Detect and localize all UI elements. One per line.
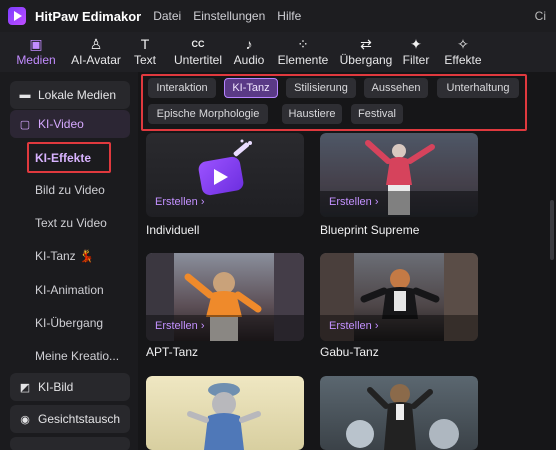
tab-effekte[interactable]: ✧ Effekte (443, 32, 483, 72)
title-bar: HitPaw Edimakor Datei Einstellungen Hilf… (0, 0, 556, 32)
filter-chip-haustiere[interactable]: Haustiere (282, 104, 342, 124)
create-link[interactable]: Erstellen › (155, 320, 205, 332)
tab-uebergang[interactable]: ⇄ Übergang (339, 32, 393, 72)
sidebar-item-gesichtstausch[interactable]: ◉ Gesichtstausch (10, 405, 130, 433)
image-icon: ▣ (29, 35, 43, 52)
folder-icon: ▬ (19, 89, 31, 101)
sidebar-sub-ki-effekte[interactable]: KI-Effekte (35, 151, 91, 165)
tab-label: Text (133, 53, 156, 67)
tab-filter[interactable]: ✦ Filter (401, 32, 431, 72)
tab-label: Elemente (277, 53, 329, 67)
filter-chip-ki-tanz[interactable]: KI-Tanz (224, 78, 278, 98)
sidebar-item-label: Gesichtstausch (38, 412, 121, 426)
tab-label: AI-Avatar (71, 53, 121, 67)
sidebar-item-ki-bild[interactable]: ◩ KI-Bild (10, 373, 130, 401)
sidebar-item-lokale-medien[interactable]: ▬ Lokale Medien (10, 81, 130, 109)
avatar-icon: ♙ (89, 35, 103, 52)
ai-image-icon: ◩ (19, 381, 31, 394)
titlebar-right-text: Ci (534, 9, 546, 23)
tab-text[interactable]: T Text (131, 32, 159, 72)
create-link[interactable]: Erstellen › (329, 196, 379, 208)
tab-untertitel[interactable]: CC Untertitel (172, 32, 224, 72)
effect-card-partial-2[interactable] (320, 376, 478, 450)
card-thumbnail (146, 376, 304, 450)
tab-label: Medien (16, 53, 56, 67)
transition-icon: ⇄ (360, 35, 372, 52)
card-title: Blueprint Supreme (320, 223, 420, 237)
effect-card-blueprint-supreme[interactable]: Erstellen › (320, 133, 478, 217)
music-icon: ♪ (245, 35, 253, 52)
effect-card-apt-tanz[interactable]: Erstellen › (146, 253, 304, 341)
filter-icon: ✦ (410, 35, 422, 52)
tab-medien[interactable]: ▣ Medien (13, 32, 59, 72)
subtitle-icon: CC (191, 38, 205, 49)
filter-chip-aussehen[interactable]: Aussehen (364, 78, 428, 98)
content-area: Interaktion KI-Tanz Stilisierung Aussehe… (138, 72, 556, 450)
effects-icon: ✧ (457, 35, 469, 52)
sidebar-sub-bild-zu-video[interactable]: Bild zu Video (35, 183, 105, 197)
ai-video-icon: ▢ (19, 118, 31, 131)
sidebar: ▬ Lokale Medien ▢ KI-Video KI-Effekte Bi… (0, 72, 138, 450)
create-link[interactable]: Erstellen › (155, 196, 205, 208)
main-toolbar: ▣ Medien ♙ AI-Avatar T Text CC Untertite… (0, 32, 556, 72)
disco-cat-illustration (346, 384, 459, 450)
tab-label: Effekte (444, 53, 482, 67)
filter-chip-festival[interactable]: Festival (351, 104, 403, 124)
effect-card-partial-1[interactable] (146, 376, 304, 450)
filter-chip-stilisierung[interactable]: Stilisierung (286, 78, 356, 98)
sidebar-item-label: Lokale Medien (38, 88, 117, 102)
card-title: APT-Tanz (146, 345, 199, 359)
filter-chip-epische-morphologie[interactable]: Epische Morphologie (148, 104, 268, 124)
sidebar-sub-ki-uebergang[interactable]: KI-Übergang (35, 316, 103, 330)
tab-label: Filter (402, 53, 430, 67)
sidebar-item-ki-video[interactable]: ▢ KI-Video (10, 110, 130, 138)
filter-chip-unterhaltung[interactable]: Unterhaltung (437, 78, 519, 98)
tab-label: Übergang (339, 53, 393, 67)
sidebar-item-label: KI-Video (38, 117, 84, 131)
content-scrollbar[interactable] (550, 200, 554, 260)
tab-ai-avatar[interactable]: ♙ AI-Avatar (68, 32, 124, 72)
sidebar-sub-meine-kreationen[interactable]: Meine Kreatio... (35, 349, 119, 363)
tab-elemente[interactable]: ⁘ Elemente (277, 32, 329, 72)
tab-label: Untertitel (173, 53, 223, 67)
elements-icon: ⁘ (297, 35, 309, 52)
card-thumbnail (320, 376, 478, 450)
card-title: Gabu-Tanz (320, 345, 379, 359)
menu-datei[interactable]: Datei (153, 9, 181, 23)
cat-illustration (187, 383, 261, 450)
create-link[interactable]: Erstellen › (329, 320, 379, 332)
sidebar-item-partial[interactable] (10, 437, 130, 450)
sidebar-sub-ki-animation[interactable]: KI-Animation (35, 283, 104, 297)
tab-label: Audio (233, 53, 265, 67)
text-icon: T (140, 35, 150, 52)
menu-einstellungen[interactable]: Einstellungen (193, 9, 265, 23)
app-logo-icon (8, 7, 26, 25)
sidebar-item-label: KI-Bild (38, 380, 74, 394)
effect-card-individuell[interactable]: Erstellen › (146, 133, 304, 217)
menu-hilfe[interactable]: Hilfe (277, 9, 301, 23)
app-title: HitPaw Edimakor (35, 8, 142, 24)
tab-audio[interactable]: ♪ Audio (232, 32, 266, 72)
card-title: Individuell (146, 223, 200, 237)
effect-card-gabu-tanz[interactable]: Erstellen › (320, 253, 478, 341)
sidebar-sub-text-zu-video[interactable]: Text zu Video (35, 216, 107, 230)
face-swap-icon: ◉ (20, 413, 30, 426)
sidebar-sub-ki-tanz[interactable]: KI-Tanz 💃 (35, 249, 94, 263)
filter-chip-interaktion[interactable]: Interaktion (148, 78, 216, 98)
